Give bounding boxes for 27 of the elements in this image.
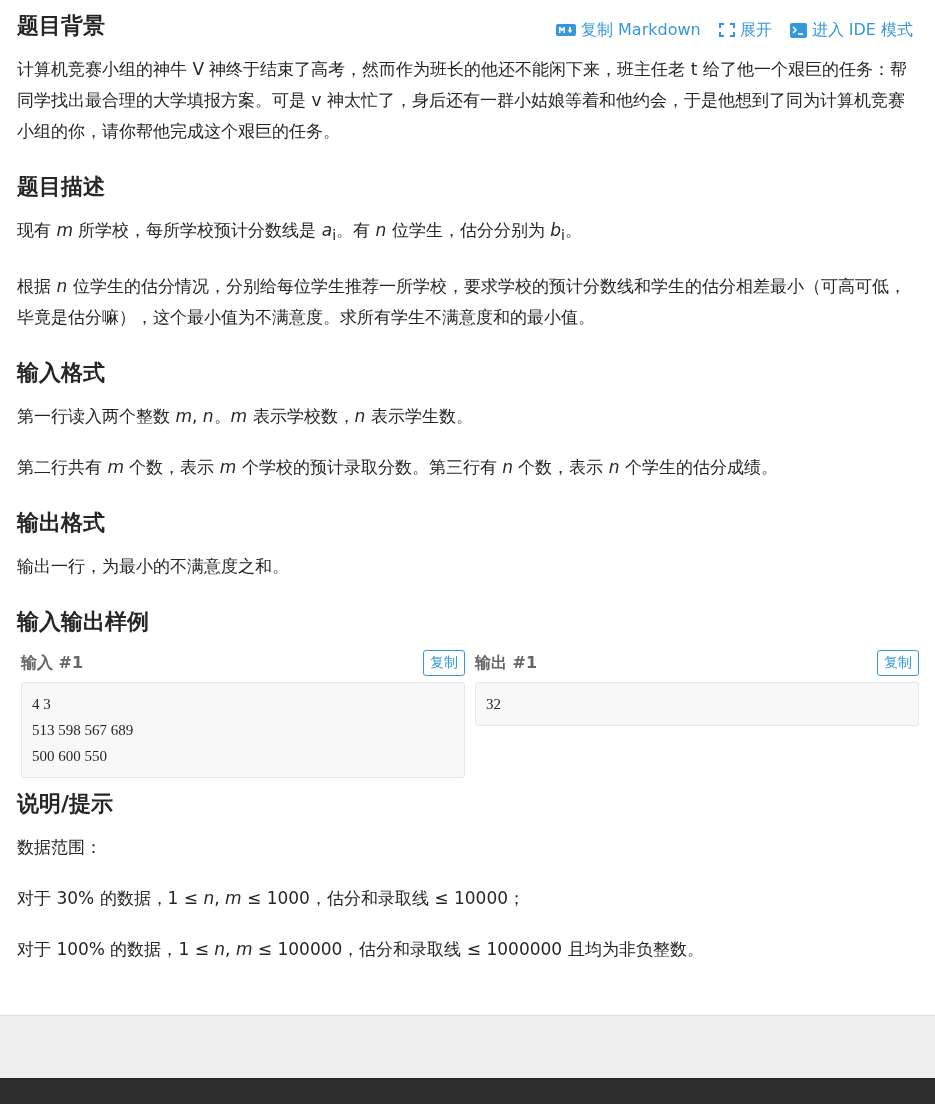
section-heading: 题目描述: [17, 173, 105, 201]
section-heading: 说明/提示: [17, 790, 114, 819]
terminal-icon: [789, 22, 807, 38]
sample-label: 输入 #1: [21, 652, 84, 674]
paragraph: 输出一行，为最小的不满意度之和。: [17, 555, 290, 579]
paragraph: 第二行共有 m 个数，表示 m 个学校的预计录取分数。第三行有 n 个数，表示 n 个学生的估分成绩。: [17, 456, 779, 480]
action-link[interactable]: 进入 IDE 模式: [789, 19, 913, 41]
section-heading: 题目背景: [17, 12, 105, 40]
markdown-icon: [555, 24, 576, 36]
action-link[interactable]: 复制 Markdown: [555, 19, 701, 41]
paragraph: 根据 n 位学生的估分情况，分别给每位学生推荐一所学校，要求学校的预计分数线和学生的估分相差最小（可高可低，毕竟是估分嘛），这个最小值为不满意度。求所有学生不满意度和的最小值。: [17, 275, 907, 330]
code-block: 4 3 513 598 567 689 500 600 550: [21, 682, 465, 779]
code-block: 32: [475, 682, 919, 727]
sample-label: 输出 #1: [475, 652, 538, 674]
paragraph: 计算机竞赛小组的神牛 V 神终于结束了高考，然而作为班长的他还不能闲下来，班主任老 t 给了他一个艰巨的任务：帮同学找出最合理的大学填报方案。可是 v 神太忙了，身后还有一群小姑娘等着和他约会，于是他想到了同为计算机竞赛小组的你，请你帮他完成这个艰巨的任务。: [17, 58, 908, 143]
section-heading: 输出格式: [17, 509, 105, 538]
paragraph: 第一行读入两个整数 m, n。m 表示学校数，n 表示学生数。: [17, 405, 474, 429]
action-link[interactable]: 展开: [718, 19, 772, 41]
paragraph: 数据范围：: [17, 836, 103, 860]
paragraph: 对于 100% 的数据，1 ≤ n, m ≤ 100000，估分和录取线 ≤ 1000000 且均为非负整数。: [17, 938, 705, 962]
paragraph: 对于 30% 的数据，1 ≤ n, m ≤ 1000，估分和录取线 ≤ 10000；: [17, 887, 527, 911]
section-heading: 输入输出样例: [17, 608, 149, 637]
copy-button[interactable]: 复制: [423, 650, 465, 677]
paragraph: 现有 m 所学校，每所学校预计分数线是 a$_{i}$。有 n 位学生，估分分别为 b$_{i}$。: [17, 219, 583, 246]
expand-icon: [718, 23, 735, 37]
copy-button[interactable]: 复制: [877, 650, 919, 677]
section-heading: 输入格式: [17, 359, 105, 388]
